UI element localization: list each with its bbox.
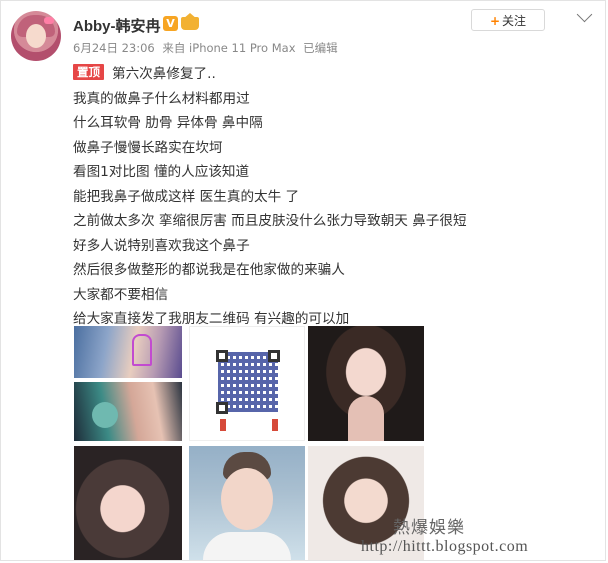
post-line: 好多人说特别喜欢我这个鼻子 <box>73 237 250 254</box>
post-source: 来自 iPhone 11 Pro Max <box>162 41 296 55</box>
qr-red-mark <box>272 419 278 431</box>
chevron-down-icon[interactable] <box>576 6 593 23</box>
post-meta: 6月24日 23:06 来自 iPhone 11 Pro Max 已编辑 <box>73 40 342 56</box>
nose-outline-mark <box>132 334 152 366</box>
post-line: 什么耳软骨 肋骨 异体骨 鼻中隔 <box>73 115 263 131</box>
selfie-closeup-1[interactable] <box>74 446 182 560</box>
post-line: 大家都不要相信 <box>73 286 169 303</box>
vip-crown-icon <box>181 13 199 30</box>
avatar-face <box>26 24 46 48</box>
qr-red-mark <box>220 419 226 431</box>
post-line: 做鼻子慢慢长路实在坎坷 <box>73 139 223 156</box>
follow-label: 关注 <box>502 14 527 28</box>
photo-shirt <box>203 532 291 560</box>
selfie-hospital[interactable] <box>189 446 305 560</box>
post-line: 看图1对比图 懂的人应该知道 <box>73 164 250 180</box>
post-line: 能把我鼻子做成这样 医生真的太牛 了 <box>73 188 300 205</box>
before-after-photo-bottom[interactable] <box>74 382 182 441</box>
photo-neck <box>348 396 384 441</box>
post-line: 我真的做鼻子什么材料都用过 <box>73 90 250 107</box>
qr-code-image[interactable] <box>189 326 305 441</box>
pinned-badge: 置顶 <box>73 64 104 80</box>
verified-icon: V <box>163 16 178 31</box>
selfie-car[interactable] <box>308 326 424 441</box>
plus-icon: + <box>489 14 501 28</box>
surgical-cap <box>92 402 118 428</box>
avatar-bow <box>44 17 54 24</box>
follow-button[interactable]: + 关注 <box>471 9 545 31</box>
qr-finder-pattern <box>268 350 280 362</box>
qr-finder-pattern <box>216 350 228 362</box>
watermark-url: http://hittt.blogspot.com <box>361 538 529 555</box>
post-line: 置顶 第六次鼻修复了.. <box>73 62 593 87</box>
watermark-title: 熱爆娛樂 <box>393 518 465 538</box>
post-timestamp[interactable]: 6月24日 23:06 <box>73 41 155 55</box>
post-text: 置顶 第六次鼻修复了.. 我真的做鼻子什么材料都用过 什么耳软骨 肋骨 异体骨 鼻… <box>73 62 593 332</box>
before-after-photo-top[interactable] <box>74 326 182 378</box>
weibo-post-card: Abby-韩安冉 V 6月24日 23:06 来自 iPhone 11 Pro … <box>0 0 606 561</box>
username[interactable]: Abby-韩安冉 <box>73 15 161 36</box>
edited-label[interactable]: 已编辑 <box>303 41 338 55</box>
qr-finder-pattern <box>216 402 228 414</box>
post-line: 之前做太多次 挛缩很厉害 而且皮肤没什么张力导致朝天 鼻子很短 <box>73 213 467 229</box>
photo-face <box>221 468 273 530</box>
post-line: 然后很多做整形的都说我是在他家做的来骗人 <box>73 262 345 278</box>
avatar[interactable] <box>11 11 61 61</box>
